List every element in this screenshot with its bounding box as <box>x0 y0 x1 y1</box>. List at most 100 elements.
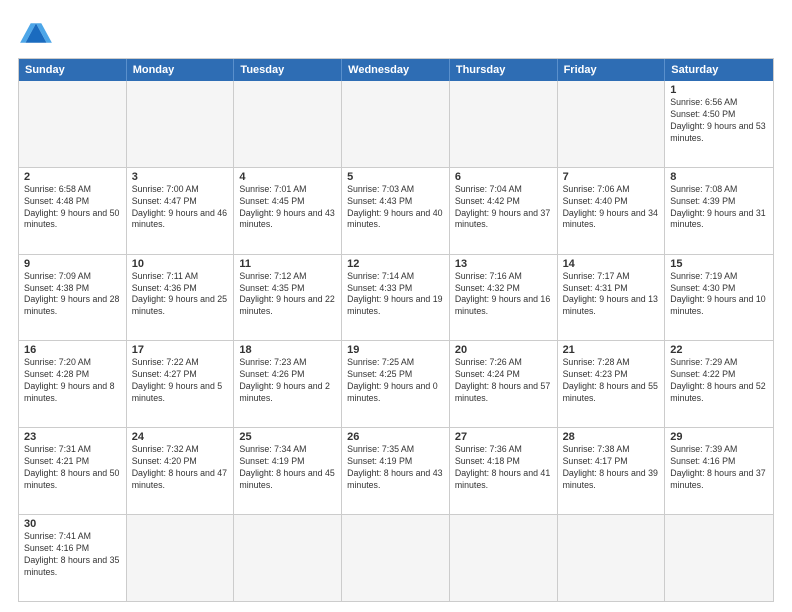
day-number: 23 <box>24 431 121 443</box>
header-day-saturday: Saturday <box>665 59 773 81</box>
calendar: SundayMondayTuesdayWednesdayThursdayFrid… <box>18 58 774 602</box>
day-info: Sunrise: 7:41 AM Sunset: 4:16 PM Dayligh… <box>24 531 121 579</box>
day-number: 10 <box>132 258 229 270</box>
calendar-week-3: 9Sunrise: 7:09 AM Sunset: 4:38 PM Daylig… <box>19 254 773 341</box>
day-number: 25 <box>239 431 336 443</box>
header-day-sunday: Sunday <box>19 59 127 81</box>
table-row: 7Sunrise: 7:06 AM Sunset: 4:40 PM Daylig… <box>558 168 666 254</box>
day-info: Sunrise: 7:26 AM Sunset: 4:24 PM Dayligh… <box>455 357 552 405</box>
table-row: 18Sunrise: 7:23 AM Sunset: 4:26 PM Dayli… <box>234 341 342 427</box>
table-row <box>558 515 666 601</box>
day-number: 19 <box>347 344 444 356</box>
day-number: 5 <box>347 171 444 183</box>
day-number: 4 <box>239 171 336 183</box>
day-number: 17 <box>132 344 229 356</box>
table-row <box>450 81 558 167</box>
day-number: 11 <box>239 258 336 270</box>
day-number: 18 <box>239 344 336 356</box>
day-info: Sunrise: 7:14 AM Sunset: 4:33 PM Dayligh… <box>347 271 444 319</box>
page: SundayMondayTuesdayWednesdayThursdayFrid… <box>0 0 792 612</box>
day-info: Sunrise: 7:20 AM Sunset: 4:28 PM Dayligh… <box>24 357 121 405</box>
table-row: 25Sunrise: 7:34 AM Sunset: 4:19 PM Dayli… <box>234 428 342 514</box>
table-row: 23Sunrise: 7:31 AM Sunset: 4:21 PM Dayli… <box>19 428 127 514</box>
table-row <box>450 515 558 601</box>
calendar-week-1: 1Sunrise: 6:56 AM Sunset: 4:50 PM Daylig… <box>19 81 773 167</box>
header-day-monday: Monday <box>127 59 235 81</box>
day-info: Sunrise: 7:23 AM Sunset: 4:26 PM Dayligh… <box>239 357 336 405</box>
day-number: 6 <box>455 171 552 183</box>
table-row: 27Sunrise: 7:36 AM Sunset: 4:18 PM Dayli… <box>450 428 558 514</box>
day-info: Sunrise: 7:32 AM Sunset: 4:20 PM Dayligh… <box>132 444 229 492</box>
table-row: 19Sunrise: 7:25 AM Sunset: 4:25 PM Dayli… <box>342 341 450 427</box>
table-row: 14Sunrise: 7:17 AM Sunset: 4:31 PM Dayli… <box>558 255 666 341</box>
day-info: Sunrise: 7:38 AM Sunset: 4:17 PM Dayligh… <box>563 444 660 492</box>
day-info: Sunrise: 7:39 AM Sunset: 4:16 PM Dayligh… <box>670 444 768 492</box>
day-number: 8 <box>670 171 768 183</box>
day-number: 20 <box>455 344 552 356</box>
day-number: 27 <box>455 431 552 443</box>
logo <box>18 18 58 48</box>
table-row <box>234 515 342 601</box>
day-info: Sunrise: 7:22 AM Sunset: 4:27 PM Dayligh… <box>132 357 229 405</box>
day-info: Sunrise: 7:06 AM Sunset: 4:40 PM Dayligh… <box>563 184 660 232</box>
day-info: Sunrise: 7:12 AM Sunset: 4:35 PM Dayligh… <box>239 271 336 319</box>
header-day-wednesday: Wednesday <box>342 59 450 81</box>
table-row: 8Sunrise: 7:08 AM Sunset: 4:39 PM Daylig… <box>665 168 773 254</box>
table-row: 24Sunrise: 7:32 AM Sunset: 4:20 PM Dayli… <box>127 428 235 514</box>
day-number: 21 <box>563 344 660 356</box>
table-row: 10Sunrise: 7:11 AM Sunset: 4:36 PM Dayli… <box>127 255 235 341</box>
table-row: 13Sunrise: 7:16 AM Sunset: 4:32 PM Dayli… <box>450 255 558 341</box>
calendar-week-2: 2Sunrise: 6:58 AM Sunset: 4:48 PM Daylig… <box>19 167 773 254</box>
day-number: 3 <box>132 171 229 183</box>
table-row <box>127 515 235 601</box>
table-row: 12Sunrise: 7:14 AM Sunset: 4:33 PM Dayli… <box>342 255 450 341</box>
day-info: Sunrise: 7:35 AM Sunset: 4:19 PM Dayligh… <box>347 444 444 492</box>
day-number: 24 <box>132 431 229 443</box>
day-number: 7 <box>563 171 660 183</box>
table-row: 21Sunrise: 7:28 AM Sunset: 4:23 PM Dayli… <box>558 341 666 427</box>
day-info: Sunrise: 7:03 AM Sunset: 4:43 PM Dayligh… <box>347 184 444 232</box>
header-day-thursday: Thursday <box>450 59 558 81</box>
day-number: 30 <box>24 518 121 530</box>
table-row: 22Sunrise: 7:29 AM Sunset: 4:22 PM Dayli… <box>665 341 773 427</box>
table-row <box>19 81 127 167</box>
day-info: Sunrise: 7:09 AM Sunset: 4:38 PM Dayligh… <box>24 271 121 319</box>
table-row: 20Sunrise: 7:26 AM Sunset: 4:24 PM Dayli… <box>450 341 558 427</box>
table-row: 1Sunrise: 6:56 AM Sunset: 4:50 PM Daylig… <box>665 81 773 167</box>
day-number: 14 <box>563 258 660 270</box>
day-number: 12 <box>347 258 444 270</box>
table-row: 26Sunrise: 7:35 AM Sunset: 4:19 PM Dayli… <box>342 428 450 514</box>
day-number: 28 <box>563 431 660 443</box>
day-info: Sunrise: 7:17 AM Sunset: 4:31 PM Dayligh… <box>563 271 660 319</box>
day-info: Sunrise: 7:29 AM Sunset: 4:22 PM Dayligh… <box>670 357 768 405</box>
table-row: 29Sunrise: 7:39 AM Sunset: 4:16 PM Dayli… <box>665 428 773 514</box>
day-info: Sunrise: 7:36 AM Sunset: 4:18 PM Dayligh… <box>455 444 552 492</box>
day-info: Sunrise: 7:16 AM Sunset: 4:32 PM Dayligh… <box>455 271 552 319</box>
day-number: 13 <box>455 258 552 270</box>
table-row: 2Sunrise: 6:58 AM Sunset: 4:48 PM Daylig… <box>19 168 127 254</box>
table-row: 28Sunrise: 7:38 AM Sunset: 4:17 PM Dayli… <box>558 428 666 514</box>
day-info: Sunrise: 7:00 AM Sunset: 4:47 PM Dayligh… <box>132 184 229 232</box>
day-info: Sunrise: 7:34 AM Sunset: 4:19 PM Dayligh… <box>239 444 336 492</box>
day-info: Sunrise: 7:04 AM Sunset: 4:42 PM Dayligh… <box>455 184 552 232</box>
header-day-tuesday: Tuesday <box>234 59 342 81</box>
calendar-week-5: 23Sunrise: 7:31 AM Sunset: 4:21 PM Dayli… <box>19 427 773 514</box>
day-info: Sunrise: 7:08 AM Sunset: 4:39 PM Dayligh… <box>670 184 768 232</box>
day-number: 1 <box>670 84 768 96</box>
header <box>18 18 774 48</box>
day-info: Sunrise: 7:28 AM Sunset: 4:23 PM Dayligh… <box>563 357 660 405</box>
calendar-week-4: 16Sunrise: 7:20 AM Sunset: 4:28 PM Dayli… <box>19 340 773 427</box>
day-number: 16 <box>24 344 121 356</box>
logo-icon <box>18 18 54 48</box>
table-row <box>342 515 450 601</box>
day-number: 22 <box>670 344 768 356</box>
table-row: 16Sunrise: 7:20 AM Sunset: 4:28 PM Dayli… <box>19 341 127 427</box>
calendar-header: SundayMondayTuesdayWednesdayThursdayFrid… <box>19 59 773 81</box>
table-row <box>234 81 342 167</box>
table-row: 9Sunrise: 7:09 AM Sunset: 4:38 PM Daylig… <box>19 255 127 341</box>
day-info: Sunrise: 7:25 AM Sunset: 4:25 PM Dayligh… <box>347 357 444 405</box>
day-info: Sunrise: 7:01 AM Sunset: 4:45 PM Dayligh… <box>239 184 336 232</box>
day-number: 29 <box>670 431 768 443</box>
day-info: Sunrise: 6:56 AM Sunset: 4:50 PM Dayligh… <box>670 97 768 145</box>
table-row: 4Sunrise: 7:01 AM Sunset: 4:45 PM Daylig… <box>234 168 342 254</box>
